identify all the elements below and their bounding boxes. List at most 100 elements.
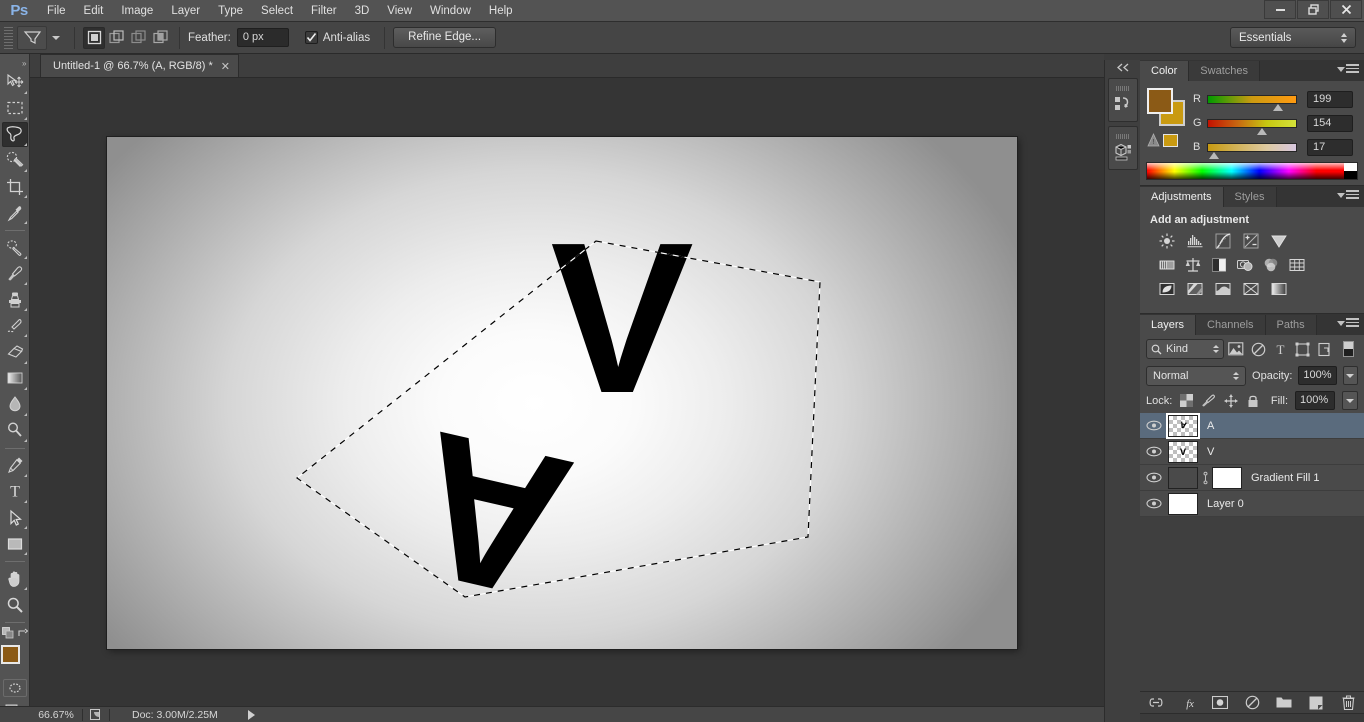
gamut-substitute-swatch[interactable] — [1163, 133, 1178, 147]
anti-alias-checkbox[interactable] — [304, 31, 318, 44]
menu-3d[interactable]: 3D — [346, 0, 379, 22]
new-group-icon[interactable] — [1276, 695, 1292, 711]
minimize-button[interactable] — [1264, 0, 1296, 19]
blur-tool[interactable] — [2, 392, 28, 417]
hand-tool[interactable] — [2, 566, 28, 591]
layer-mask-link-icon[interactable] — [1198, 471, 1212, 485]
channel-value-g[interactable]: 154 — [1307, 114, 1353, 132]
lasso-tool[interactable] — [1, 121, 28, 147]
layer-row-a[interactable]: A A — [1140, 412, 1364, 439]
gradient-map-icon[interactable] — [1270, 280, 1287, 297]
lock-position-icon[interactable] — [1223, 393, 1238, 408]
color-ramp[interactable] — [1146, 162, 1358, 180]
fill-chevron-down-icon[interactable] — [1342, 391, 1358, 410]
menu-layer[interactable]: Layer — [162, 0, 209, 22]
lock-all-icon[interactable] — [1245, 393, 1260, 408]
zoom-tool[interactable] — [2, 592, 28, 617]
black-white-icon[interactable] — [1210, 256, 1227, 273]
blend-mode-select[interactable]: Normal — [1146, 365, 1247, 386]
opacity-chevron-down-icon[interactable] — [1342, 366, 1358, 385]
history-brush-tool[interactable] — [2, 313, 28, 338]
layer-thumbnail[interactable] — [1168, 492, 1198, 515]
channel-mixer-icon[interactable] — [1262, 256, 1279, 273]
layer-name[interactable]: Gradient Fill 1 — [1251, 472, 1319, 484]
quick-mask-button[interactable] — [2, 679, 27, 697]
layer-visibility-toggle[interactable] — [1140, 472, 1168, 483]
channel-value-b[interactable]: 17 — [1307, 138, 1353, 156]
tab-color[interactable]: Color — [1140, 61, 1190, 81]
3d-panel-button[interactable] — [1107, 126, 1138, 170]
default-colors-icon[interactable] — [1, 627, 14, 642]
lock-transparent-pixels-icon[interactable] — [1179, 393, 1194, 408]
selective-color-icon[interactable] — [1242, 280, 1259, 297]
menu-type[interactable]: Type — [209, 0, 252, 22]
eraser-tool[interactable] — [2, 339, 28, 364]
menu-edit[interactable]: Edit — [75, 0, 113, 22]
menu-view[interactable]: View — [378, 0, 421, 22]
adjustments-panel-menu-icon[interactable] — [1346, 190, 1359, 199]
layer-visibility-toggle[interactable] — [1140, 498, 1168, 509]
channel-knob-r[interactable] — [1273, 103, 1284, 111]
channel-slider-b[interactable] — [1207, 142, 1297, 159]
options-bar-grip[interactable] — [4, 26, 13, 49]
tab-paths[interactable]: Paths — [1265, 315, 1317, 335]
opacity-value[interactable]: 100% — [1298, 366, 1337, 385]
channel-knob-b[interactable] — [1209, 151, 1220, 159]
invert-icon[interactable] — [1158, 280, 1175, 297]
add-layer-mask-icon[interactable] — [1212, 695, 1228, 711]
canvas-area[interactable]: A V — [30, 78, 1104, 706]
vibrance-icon[interactable] — [1270, 232, 1287, 249]
gradient-tool[interactable] — [2, 366, 28, 391]
intersect-with-selection-button[interactable] — [149, 27, 171, 49]
fill-value[interactable]: 100% — [1295, 391, 1335, 410]
menu-image[interactable]: Image — [112, 0, 162, 22]
quick-selection-tool[interactable] — [2, 148, 28, 173]
filter-pixel-layers-icon[interactable] — [1226, 339, 1246, 359]
spot-healing-brush-tool[interactable] — [2, 235, 28, 260]
tool-preset-chevron-down-icon[interactable] — [52, 35, 60, 40]
toolbar-collapse-icon[interactable]: » — [0, 58, 30, 70]
rectangular-marquee-tool[interactable] — [2, 96, 28, 121]
channel-value-r[interactable]: 199 — [1307, 90, 1353, 108]
channel-slider-g[interactable] — [1207, 118, 1297, 135]
color-balance-icon[interactable] — [1184, 256, 1201, 273]
filter-adjustment-layers-icon[interactable] — [1248, 339, 1268, 359]
layer-row-v[interactable]: V V — [1140, 439, 1364, 465]
filter-toggle-switch[interactable] — [1338, 339, 1358, 359]
tab-adjustments[interactable]: Adjustments — [1140, 187, 1224, 207]
color-lookup-icon[interactable] — [1288, 256, 1305, 273]
horizontal-type-tool[interactable]: T — [2, 479, 28, 504]
layers-panel-menu-icon[interactable] — [1346, 318, 1359, 327]
delete-layer-icon[interactable] — [1340, 695, 1356, 711]
restore-button[interactable] — [1297, 0, 1329, 19]
document-tab[interactable]: Untitled-1 @ 66.7% (A, RGB/8) * ✕ — [40, 54, 239, 77]
path-selection-tool[interactable] — [2, 505, 28, 530]
color-ramp-white-black[interactable] — [1344, 163, 1357, 179]
history-panel-button[interactable] — [1107, 78, 1138, 122]
brightness-contrast-icon[interactable] — [1158, 232, 1175, 249]
photo-filter-icon[interactable] — [1236, 256, 1253, 273]
levels-icon[interactable] — [1186, 232, 1203, 249]
subtract-from-selection-button[interactable] — [127, 27, 149, 49]
layer-visibility-toggle[interactable] — [1140, 420, 1168, 431]
menu-select[interactable]: Select — [252, 0, 302, 22]
panel-menu-triangle-icon[interactable] — [1337, 67, 1345, 72]
out-of-gamut-warning[interactable]: ! — [1147, 131, 1185, 149]
add-to-selection-button[interactable] — [105, 27, 127, 49]
swap-colors-icon[interactable] — [17, 628, 28, 642]
threshold-icon[interactable] — [1214, 280, 1231, 297]
foreground-color-swatch[interactable] — [0, 645, 20, 665]
menu-window[interactable]: Window — [421, 0, 480, 22]
new-selection-button[interactable] — [83, 26, 105, 49]
layer-row-gradient-fill-1[interactable]: Gradient Fill 1 — [1140, 465, 1364, 491]
tab-swatches[interactable]: Swatches — [1189, 61, 1260, 81]
crop-tool[interactable] — [2, 174, 28, 199]
lock-image-pixels-icon[interactable] — [1201, 393, 1216, 408]
tab-channels[interactable]: Channels — [1196, 315, 1266, 335]
document-canvas[interactable]: A V — [107, 137, 1017, 649]
new-adjustment-layer-icon[interactable] — [1244, 695, 1260, 711]
layer-name[interactable]: Layer 0 — [1207, 498, 1244, 510]
posterize-icon[interactable] — [1186, 280, 1203, 297]
filter-smart-objects-icon[interactable] — [1314, 339, 1334, 359]
dodge-tool[interactable] — [2, 418, 28, 443]
